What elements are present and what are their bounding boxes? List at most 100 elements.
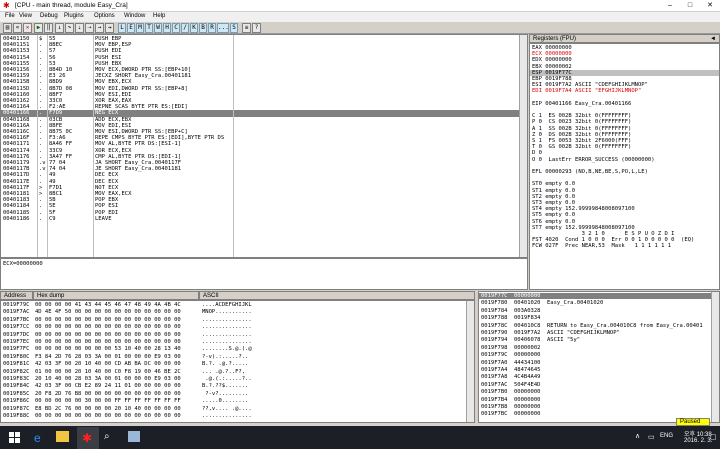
disassembly-pane[interactable]: 00401150 $55 PUSH EBP 00401151. 8BEC MOV EBP,… <box>0 34 528 258</box>
language-indicator[interactable]: ENG <box>660 433 673 439</box>
tray-chevron-icon[interactable]: ∧ <box>635 432 640 440</box>
go-to-icon[interactable]: ⇥ <box>105 23 114 33</box>
pause-icon[interactable]: ‖ <box>44 23 53 33</box>
dump-row[interactable]: 0019F88C 00 00 00 00 00 00 00 00 00 00 00… <box>1 413 474 419</box>
register-line[interactable]: FCW 027F Prec NEAR,53 Mask 1 1 1 1 1 1 <box>530 243 719 249</box>
menu-help[interactable]: Help <box>153 13 165 19</box>
help-icon[interactable]: ? <box>252 23 261 33</box>
toolbar-memory-button[interactable]: M <box>136 23 144 33</box>
dump-row[interactable]: 0019F87C E8 BD 2C 76 00 00 00 00 20 10 40… <box>1 406 474 412</box>
dump-row[interactable]: 0019F7CC 00 00 00 00 00 00 00 00 00 00 00… <box>1 324 474 330</box>
open-icon[interactable]: ▤ <box>3 23 12 33</box>
restart-icon[interactable]: « <box>13 23 22 33</box>
app-window-icon[interactable] <box>128 431 140 442</box>
stack-row[interactable]: 0019F784 003A0328 <box>479 308 719 314</box>
dump-hex: F3 84 2D 76 28 03 3A 00 01 00 00 00 E9 0… <box>35 353 181 360</box>
disassembly-row[interactable]: 00401186. C9 LEAVE <box>1 216 527 222</box>
registers-pane[interactable]: EAX 00000000 ECX 00000000 EDX 00000000 EBX … <box>529 43 720 290</box>
stack-row[interactable]: 0019F7B0 00000000 <box>479 389 719 395</box>
toolbar-trace-button[interactable]: ... <box>217 23 229 33</box>
file-explorer-icon[interactable] <box>56 431 69 442</box>
toolbar-cpu-button[interactable]: C <box>172 23 180 33</box>
menu-file[interactable]: File <box>5 13 15 19</box>
stack-value: 004010C8 <box>514 322 541 329</box>
dump-row[interactable]: 0019F7EC 00 00 00 00 00 00 00 00 00 00 00… <box>1 339 474 345</box>
run-icon[interactable]: ▶ <box>34 23 43 33</box>
stack-row[interactable]: 0019F790 0019F7A2 ASCII "CDEFGHIJKLMNOP" <box>479 330 719 336</box>
toolbar-patches-button[interactable]: / <box>181 23 189 33</box>
execute-till-return-icon[interactable]: → <box>95 23 104 33</box>
menu-debug[interactable]: Debug <box>40 13 58 19</box>
dump-row[interactable]: 0019F7FC 00 00 00 00 00 00 00 00 53 10 40… <box>1 346 474 352</box>
stack-value: 00000000 <box>514 352 541 359</box>
toolbar-threads-button[interactable]: T <box>145 23 153 33</box>
stack-row[interactable]: 0019F794 00406078 ASCII "5y" <box>479 337 719 343</box>
dump-pane[interactable]: 0019F79C 00 00 00 00 41 43 44 45 46 47 48… <box>0 300 475 423</box>
step-over-icon[interactable]: ↷ <box>65 23 74 33</box>
clock-date[interactable]: 2016. 2. 3. <box>684 438 712 444</box>
search-icon[interactable]: ⌕ <box>104 431 110 442</box>
dump-row[interactable]: 0019F83C 20 10 40 00 28 03 3A 00 01 00 00… <box>1 376 474 382</box>
stack-row[interactable]: 0019F788 0019F834 <box>479 315 719 321</box>
dump-header-ascii[interactable]: ASCII <box>199 291 475 300</box>
toolbar-breakpoints-button[interactable]: B <box>199 23 207 33</box>
disassembly-scrollbar[interactable] <box>519 35 527 257</box>
dump-header-hex[interactable]: Hex dump <box>33 291 199 300</box>
stack-scrollbar[interactable] <box>711 292 719 422</box>
chevron-down-icon[interactable]: ◄ <box>710 35 716 43</box>
toolbar-references-button[interactable]: R <box>208 23 216 33</box>
stack-row[interactable]: 0019F78C 004010C8 RETURN to Easy_Cra.00401… <box>479 323 719 329</box>
dump-row[interactable]: 0019F80C F3 84 2D 76 28 03 3A 00 01 00 00… <box>1 354 474 360</box>
dump-row[interactable]: 0019F7DC 00 00 00 00 00 00 00 00 00 00 00… <box>1 332 474 338</box>
toolbar-windows-button[interactable]: W <box>154 23 162 33</box>
stack-row[interactable]: 0019F7A8 4C4B4A49 <box>479 374 719 380</box>
toolbar-source-button[interactable]: S <box>230 23 238 33</box>
edge-icon[interactable]: e <box>34 431 41 445</box>
menu-view[interactable]: View <box>19 13 32 19</box>
close-button[interactable]: ✕ <box>700 1 720 11</box>
menu-plugins[interactable]: Plugins <box>64 13 84 19</box>
stack-row[interactable]: 0019F7A0 44434100 <box>479 360 719 366</box>
dump-row[interactable]: 0019F7BC 00 00 00 00 00 00 00 00 00 00 00… <box>1 317 474 323</box>
stack-row[interactable]: 0019F780 00401020 Easy_Cra.00401020 <box>479 300 719 306</box>
toolbar-callstack-button[interactable]: K <box>190 23 198 33</box>
dump-row[interactable]: 0019F85C 20 F8 2D 76 B8 00 00 00 00 00 00… <box>1 391 474 397</box>
toolbar-log-button[interactable]: L <box>118 23 126 33</box>
info-text: ECX=00000000 <box>3 261 43 267</box>
dump-row[interactable]: 0019F82C 01 00 00 00 20 10 40 00 C0 F8 19… <box>1 369 474 375</box>
toolbar-handles-button[interactable]: H <box>163 23 171 33</box>
dump-row[interactable]: 0019F81C 42 03 3F 00 20 10 40 00 CD AB BA… <box>1 361 474 367</box>
stack-value: 504F4E4D <box>514 381 541 388</box>
stack-row[interactable]: 0019F79C 00000000 <box>479 352 719 358</box>
maximize-button[interactable]: □ <box>680 1 700 11</box>
stack-row[interactable]: 0019F7B8 00000000 <box>479 404 719 410</box>
close-program-icon[interactable]: ✕ <box>23 23 32 33</box>
stack-row[interactable]: 0019F7AC 504F4E4D <box>479 382 719 388</box>
dump-scrollbar[interactable] <box>466 301 474 422</box>
stack-row[interactable]: 0019F7A4 48474645 <box>479 367 719 373</box>
windows-start-icon[interactable] <box>9 432 20 443</box>
dump-hex: 20 10 40 00 28 03 3A 00 01 00 00 00 E9 0… <box>35 376 181 382</box>
stack-row[interactable]: 0019F7BC 00000000 <box>479 411 719 417</box>
clock-time[interactable]: 오후 10:38 <box>684 429 712 438</box>
toolbar-modules-button[interactable]: E <box>127 23 135 33</box>
minimize-button[interactable]: – <box>660 1 680 11</box>
ollydbg-task-icon[interactable]: ✱ <box>77 427 99 449</box>
stack-row[interactable]: 0019F77C 00000000 <box>479 293 719 300</box>
trace-over-icon[interactable]: ⇢ <box>85 23 94 33</box>
stack-pane[interactable]: 0019F77C 00000000 0019F780 00401020 Easy_Cra… <box>478 291 720 423</box>
dump-row[interactable]: 0019F79C 00 00 00 00 41 43 44 45 46 47 48… <box>1 302 474 308</box>
notification-icon[interactable]: ▢ <box>710 433 717 441</box>
stack-row[interactable]: 0019F7B4 00000000 <box>479 397 719 403</box>
dump-row[interactable]: 0019F86C 00 00 00 00 00 30 00 00 FF FF FF… <box>1 398 474 404</box>
step-into-icon[interactable]: ↓ <box>55 23 64 33</box>
list-icon[interactable]: ≡ <box>242 23 251 33</box>
dump-header-address[interactable]: Address <box>0 291 33 300</box>
network-icon[interactable]: ▭ <box>648 433 655 441</box>
dump-row[interactable]: 0019F7AC 4D 4E 4F 50 00 00 00 00 00 00 00… <box>1 309 474 315</box>
stack-row[interactable]: 0019F798 00000002 <box>479 345 719 351</box>
dump-row[interactable]: 0019F84C 42 03 3F 00 CB E2 89 24 11 01 00… <box>1 383 474 389</box>
trace-into-icon[interactable]: ⇣ <box>75 23 84 33</box>
menu-options[interactable]: Options <box>94 13 115 19</box>
menu-window[interactable]: Window <box>124 13 145 19</box>
